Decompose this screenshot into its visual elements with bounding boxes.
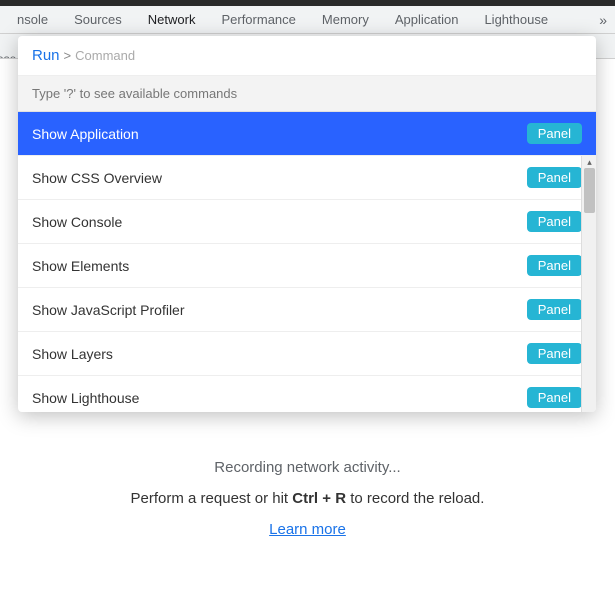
learn-more-link[interactable]: Learn more xyxy=(269,521,346,538)
tab-nsole[interactable]: nsole xyxy=(4,6,61,34)
recording-message: Recording network activity... Perform a … xyxy=(0,459,615,538)
panel-badge: Panel xyxy=(527,123,582,144)
panel-badge: Panel xyxy=(527,343,582,364)
tabs-overflow-icon[interactable]: » xyxy=(591,12,615,28)
palette-header[interactable]: Run > Command xyxy=(18,36,596,75)
palette-hint: Type '?' to see available commands xyxy=(18,75,596,112)
panel-badge: Panel xyxy=(527,255,582,276)
tab-sources[interactable]: Sources xyxy=(61,6,135,34)
scroll-up-icon[interactable]: ▴ xyxy=(582,156,596,168)
command-item-label: Show Elements xyxy=(32,258,129,274)
run-label: Run xyxy=(32,47,60,64)
panel-badge: Panel xyxy=(527,387,582,408)
tab-performance[interactable]: Performance xyxy=(208,6,308,34)
devtools-tabs: nsoleSourcesNetworkPerformanceMemoryAppl… xyxy=(0,6,615,34)
command-palette: Run > Command Type '?' to see available … xyxy=(18,36,596,412)
command-item-label: Show Console xyxy=(32,214,122,230)
command-item[interactable]: Show JavaScript Profiler Panel xyxy=(18,288,596,332)
command-item[interactable]: Show CSS Overview Panel xyxy=(18,156,596,200)
command-item-label: Show Layers xyxy=(32,346,113,362)
command-input[interactable]: Command xyxy=(75,48,135,63)
recording-line2-suffix: to record the reload. xyxy=(346,490,484,507)
chevron-icon: > xyxy=(64,48,72,63)
panel-badge: Panel xyxy=(527,299,582,320)
panel-badge: Panel xyxy=(527,167,582,188)
command-item[interactable]: Show Console Panel xyxy=(18,200,596,244)
tab-application[interactable]: Application xyxy=(382,6,472,34)
command-item[interactable]: Show Layers Panel xyxy=(18,332,596,376)
panel-badge: Panel xyxy=(527,211,582,232)
tab-network[interactable]: Network xyxy=(135,6,209,34)
command-item-label: Show Lighthouse xyxy=(32,390,139,406)
tab-memory[interactable]: Memory xyxy=(309,6,382,34)
recording-line1: Recording network activity... xyxy=(0,459,615,476)
command-item[interactable]: Show Lighthouse Panel xyxy=(18,376,596,412)
tab-lighthouse[interactable]: Lighthouse xyxy=(471,6,561,34)
scrollbar[interactable]: ▴ ▾ xyxy=(581,156,596,412)
recording-shortcut: Ctrl + R xyxy=(292,490,346,507)
command-item[interactable]: Show Application Panel xyxy=(18,112,596,156)
command-item-label: Show CSS Overview xyxy=(32,170,162,186)
command-item-label: Show JavaScript Profiler xyxy=(32,302,185,318)
command-list: Show Application Panel Show CSS Overview Pa… xyxy=(18,112,596,412)
recording-line2: Perform a request or hit Ctrl + R to rec… xyxy=(0,490,615,507)
scrollbar-thumb[interactable] xyxy=(584,168,595,213)
command-item[interactable]: Show Elements Panel xyxy=(18,244,596,288)
command-item-label: Show Application xyxy=(32,126,139,142)
recording-line2-prefix: Perform a request or hit xyxy=(131,490,293,507)
